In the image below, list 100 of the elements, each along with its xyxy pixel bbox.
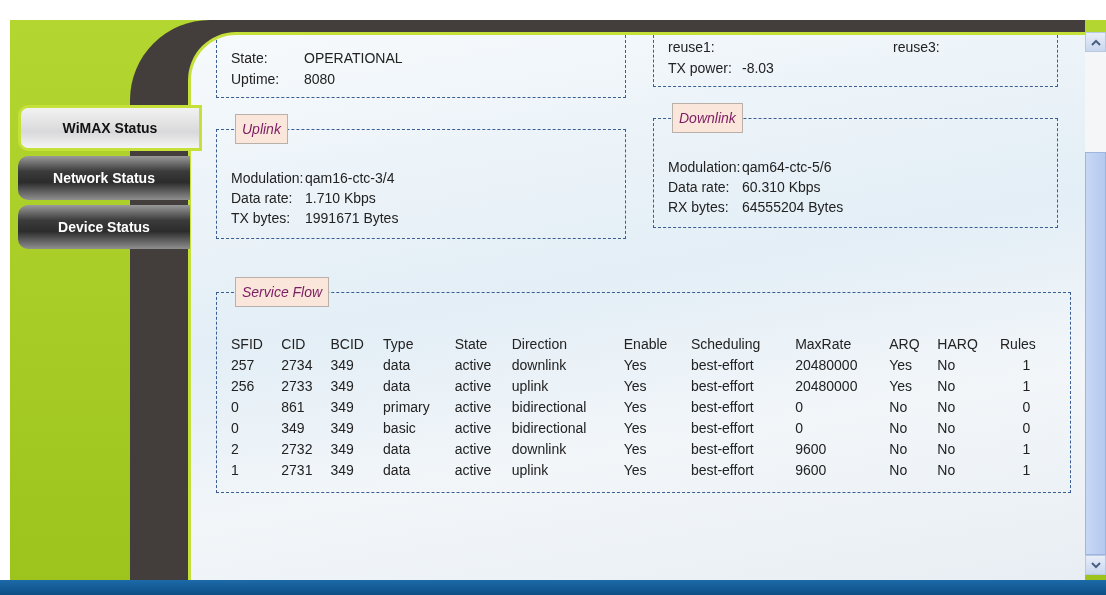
column-header: Rules xyxy=(1000,334,1037,354)
table-cell: Yes xyxy=(623,438,691,459)
section-legend: Service Flow xyxy=(235,277,330,307)
table-cell: primary xyxy=(383,396,455,417)
table-cell: 2 xyxy=(231,438,282,459)
table-cell-text: Yes xyxy=(889,376,914,396)
field-label: Uptime: xyxy=(231,71,281,87)
field-value: 8080 xyxy=(304,71,336,87)
table-cell-text: No xyxy=(889,397,909,417)
field-value: 1991671 Bytes xyxy=(305,210,399,226)
table-cell: best-effort xyxy=(690,459,796,480)
table-cell: 349 xyxy=(330,417,384,438)
sidebar-tab[interactable]: Device Status xyxy=(18,205,190,249)
table-cell-text: 1 xyxy=(1021,376,1032,396)
table-cell-text: No xyxy=(937,460,957,480)
table-cell: data xyxy=(383,459,455,480)
table-cell: best-effort xyxy=(690,438,796,459)
column-header: Enable xyxy=(623,333,691,354)
table-cell: uplink xyxy=(511,375,624,396)
table-cell: 257 xyxy=(231,354,282,375)
table-cell: Yes xyxy=(623,375,691,396)
table-cell: active xyxy=(454,354,512,375)
table-cell: 0 xyxy=(231,396,282,417)
table-cell: best-effort xyxy=(690,354,796,375)
table-cell-text: No xyxy=(937,439,957,459)
table-cell: 349 xyxy=(281,417,331,438)
scroll-up-button[interactable] xyxy=(1085,32,1106,52)
column-header: CID xyxy=(281,333,331,354)
table-cell: 1 xyxy=(231,459,282,480)
section-legend: Downlink xyxy=(672,103,743,133)
sidebar-tab[interactable]: WiMAX Status xyxy=(18,105,202,151)
field-label: Modulation: xyxy=(668,159,742,175)
field-value: qam64-ctc-5/6 xyxy=(742,159,832,175)
column-header: State xyxy=(454,333,512,354)
table-cell: basic xyxy=(383,417,455,438)
table-cell: Yes xyxy=(623,417,691,438)
column-header: Scheduling xyxy=(690,334,762,354)
column-header: BCID xyxy=(330,333,384,354)
table-cell: data xyxy=(383,375,455,396)
table-cell-text: Yes xyxy=(889,355,914,375)
table-cell-text: 1 xyxy=(1021,460,1032,480)
table-cell: 0 xyxy=(231,417,282,438)
table-cell: 256 xyxy=(231,375,282,396)
field-label: reuse3: xyxy=(893,39,941,55)
table-cell: best-effort xyxy=(690,375,796,396)
table-cell-text: No xyxy=(889,460,909,480)
table-cell-text: 0 xyxy=(795,418,804,438)
table-cell-text: 1 xyxy=(1021,355,1032,375)
column-header: HARQ xyxy=(937,334,979,354)
field-label: Modulation: xyxy=(231,170,305,186)
field-label: Data rate: xyxy=(668,179,731,195)
table-cell-text: No xyxy=(889,418,909,438)
field-label: Data rate: xyxy=(231,190,294,206)
chevron-down-icon xyxy=(1090,561,1101,569)
table-cell: data xyxy=(383,438,455,459)
table-cell-text: 9600 xyxy=(795,460,828,480)
table-cell-text: No xyxy=(937,355,957,375)
table-cell-text: 1 xyxy=(1021,439,1032,459)
field-value: 64555204 Bytes xyxy=(742,199,844,215)
table-cell: best-effort xyxy=(690,417,796,438)
scroll-down-button[interactable] xyxy=(1085,555,1106,575)
field-label: State: xyxy=(231,50,269,66)
field-value: -8.03 xyxy=(742,60,774,76)
table-cell: uplink xyxy=(511,459,624,480)
scrollbar[interactable] xyxy=(1085,32,1106,575)
sidebar-tab[interactable]: Network Status xyxy=(18,156,190,200)
table-cell: 20480000 xyxy=(795,354,890,375)
table-cell-text: 0 xyxy=(1021,418,1032,438)
table-cell: 861 xyxy=(281,396,331,417)
table-cell: 349 xyxy=(330,438,384,459)
table-cell: 349 xyxy=(330,375,384,396)
table-cell: 349 xyxy=(330,459,384,480)
table-cell: 2731 xyxy=(281,459,331,480)
table-cell-text: No xyxy=(937,418,957,438)
field-value: qam16-ctc-3/4 xyxy=(305,170,395,186)
field-label: RX bytes: xyxy=(668,199,730,215)
table-cell: downlink xyxy=(511,438,624,459)
field-value: OPERATIONAL xyxy=(304,50,403,66)
field-label: reuse1: xyxy=(668,39,716,55)
table-cell: Yes xyxy=(623,396,691,417)
chevron-up-icon xyxy=(1090,38,1101,46)
table-cell: active xyxy=(454,438,512,459)
table-cell: active xyxy=(454,459,512,480)
table-cell: 2733 xyxy=(281,375,331,396)
table-cell: 2734 xyxy=(281,354,331,375)
table-cell: Yes xyxy=(623,459,691,480)
field-label: TX power: xyxy=(668,60,733,76)
table-cell: 349 xyxy=(330,354,384,375)
table-cell-text: No xyxy=(937,376,957,396)
column-header: Direction xyxy=(511,333,624,354)
table-cell: active xyxy=(454,417,512,438)
table-cell: Yes xyxy=(623,354,691,375)
field-value: 60.310 Kbps xyxy=(742,179,821,195)
table-cell: 2732 xyxy=(281,438,331,459)
scroll-thumb[interactable] xyxy=(1085,152,1106,555)
table-cell: active xyxy=(454,375,512,396)
table-cell-text: 0 xyxy=(1021,397,1032,417)
table-cell: active xyxy=(454,396,512,417)
table-cell: downlink xyxy=(511,354,624,375)
table-cell-text: No xyxy=(937,397,957,417)
